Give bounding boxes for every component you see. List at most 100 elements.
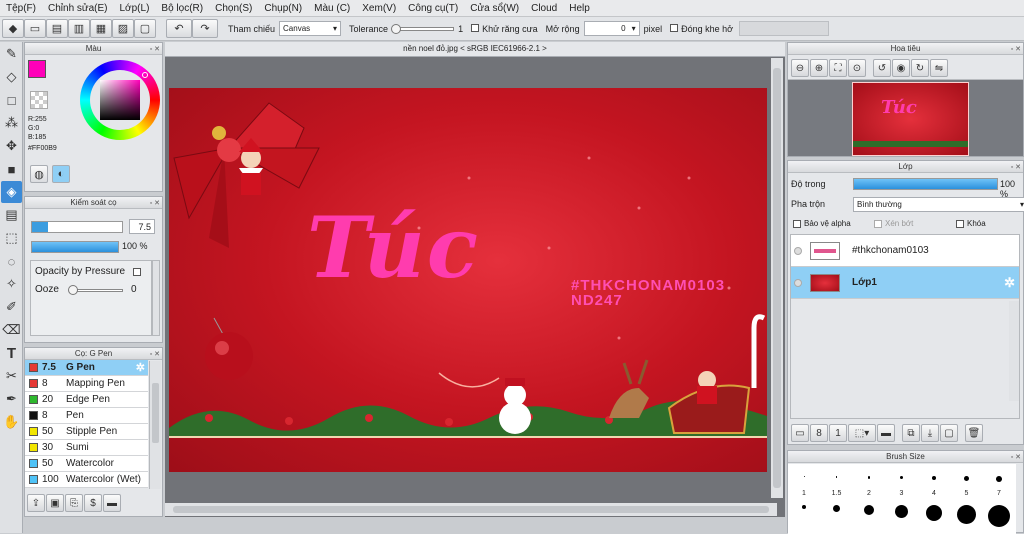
- brush-item[interactable]: 100 Watercolor (Wet): [25, 472, 148, 488]
- menu-item[interactable]: Cloud: [525, 3, 563, 14]
- brush-size-input[interactable]: 7.5: [129, 219, 155, 234]
- new-layer-icon[interactable]: ▭: [791, 424, 809, 442]
- panel-buttons-icon[interactable]: ▫ ✕: [150, 198, 160, 209]
- menu-item[interactable]: Công cụ(T): [402, 3, 464, 14]
- layer-row[interactable]: #thkchonam0103: [791, 235, 1019, 267]
- select-icon[interactable]: ◆: [2, 19, 24, 38]
- slider-handle[interactable]: [391, 23, 402, 34]
- reset-rotation-icon[interactable]: ◉: [892, 59, 910, 77]
- brush-size-cell[interactable]: 4: [918, 464, 950, 534]
- reference-select[interactable]: Canvas ▾: [279, 21, 342, 36]
- save-brush-icon[interactable]: $: [84, 494, 102, 512]
- magic-wand-icon[interactable]: ✧: [1, 273, 22, 295]
- rotate-left-icon[interactable]: ↺: [873, 59, 891, 77]
- horizontal-scrollbar[interactable]: [165, 503, 777, 516]
- redo-button[interactable]: ↷: [192, 19, 218, 38]
- menu-item[interactable]: Lớp(L): [114, 3, 156, 14]
- brush-item[interactable]: 8 Pen: [25, 408, 148, 424]
- navigator-preview-area[interactable]: Túc: [788, 80, 1023, 156]
- new-1bit-layer-icon[interactable]: 1: [829, 424, 847, 442]
- brush-size-cell[interactable]: 5: [951, 464, 983, 534]
- new-brush-icon[interactable]: ▣: [46, 494, 64, 512]
- vertical-scrollbar[interactable]: [771, 58, 783, 498]
- brush-size-cell[interactable]: 1: [788, 464, 820, 534]
- tolerance-slider[interactable]: [391, 23, 455, 34]
- undo-button[interactable]: ↶: [166, 19, 192, 38]
- frame-icon[interactable]: ▢: [134, 19, 156, 38]
- fill-icon[interactable]: ▥: [68, 19, 90, 38]
- gear-icon[interactable]: ✲: [1004, 275, 1015, 291]
- brush-opacity-slider[interactable]: [31, 241, 119, 253]
- menu-item[interactable]: Chụp(N): [258, 3, 308, 14]
- text-icon[interactable]: T: [1, 342, 22, 364]
- panel-buttons-icon[interactable]: ▫ ✕: [150, 44, 160, 55]
- eyedropper-icon[interactable]: ✒: [1, 388, 22, 410]
- menu-item[interactable]: Chỉnh sửa(E): [42, 3, 114, 14]
- protect-alpha-checkbox[interactable]: Bảo vệ alpha: [793, 219, 851, 228]
- opacity-pressure-checkbox[interactable]: [133, 268, 141, 276]
- brush-item-selected[interactable]: 7.5 G Pen ✲: [25, 360, 148, 376]
- foreground-color[interactable]: [28, 60, 46, 78]
- menu-item[interactable]: Help: [563, 3, 596, 14]
- brush-size-cell[interactable]: 7: [983, 464, 1015, 534]
- upload-icon[interactable]: ⇪: [27, 494, 45, 512]
- palette-icon[interactable]: ◍: [30, 165, 48, 183]
- transparent-color[interactable]: [30, 91, 48, 109]
- close-gap-checkbox[interactable]: Đóng khe hở: [670, 23, 733, 34]
- ooze-slider[interactable]: [68, 285, 123, 295]
- copy-brush-icon[interactable]: ⎘: [65, 494, 83, 512]
- visibility-icon[interactable]: [794, 278, 802, 287]
- zoom-icon[interactable]: ⊙: [848, 59, 866, 77]
- menu-item[interactable]: Màu (C): [308, 3, 356, 14]
- navigator-thumbnail[interactable]: Túc: [852, 82, 969, 156]
- hand-icon[interactable]: ✋: [1, 411, 22, 433]
- saturation-square[interactable]: [100, 80, 140, 120]
- color-wheel[interactable]: [80, 60, 160, 140]
- rotate-right-icon[interactable]: ↻: [911, 59, 929, 77]
- menu-item[interactable]: Cửa sổ(W): [464, 3, 525, 14]
- ruler-icon[interactable]: ▨: [112, 19, 134, 38]
- brush-item[interactable]: 20 Edge Pen: [25, 392, 148, 408]
- panel-buttons-icon[interactable]: ▫ ✕: [1011, 44, 1021, 55]
- layer-row-selected[interactable]: Lớp1 ✲: [791, 267, 1019, 299]
- expand-input[interactable]: 0 ▾: [583, 21, 640, 36]
- duplicate-layer-icon[interactable]: ⧉: [902, 424, 920, 442]
- brush-size-cell[interactable]: 3: [886, 464, 918, 534]
- brush-size-cell[interactable]: 2: [853, 464, 885, 534]
- square-fill-icon[interactable]: ■: [1, 158, 22, 180]
- new-8bit-layer-icon[interactable]: 8: [810, 424, 828, 442]
- select-pen-icon[interactable]: ✐: [1, 296, 22, 318]
- zoom-out-icon[interactable]: ⊖: [791, 59, 809, 77]
- menu-item[interactable]: Tệp(F): [0, 3, 42, 14]
- blend-mode-select[interactable]: Bình thường ▾: [853, 197, 1024, 212]
- selection-icon[interactable]: ⬚: [1, 227, 22, 249]
- move-icon[interactable]: ✥: [1, 135, 22, 157]
- delete-layer-icon[interactable]: 🗑: [965, 424, 983, 442]
- layer-icon[interactable]: ▭: [24, 19, 46, 38]
- flip-icon[interactable]: ⇋: [930, 59, 948, 77]
- menu-item[interactable]: Bộ lọc(R): [155, 3, 209, 14]
- panel-buttons-icon[interactable]: ▫ ✕: [150, 349, 160, 360]
- brush-item[interactable]: 50 Stipple Pen: [25, 424, 148, 440]
- eraser-icon[interactable]: ◇: [1, 66, 22, 88]
- brush-item[interactable]: 50 Watercolor: [25, 456, 148, 472]
- rectangle-icon[interactable]: □: [1, 89, 22, 111]
- airbrush-icon[interactable]: ⁂: [1, 112, 22, 134]
- new-folder-icon[interactable]: ▬: [877, 424, 895, 442]
- gear-icon[interactable]: ✲: [136, 361, 145, 374]
- lasso-icon[interactable]: ◌: [1, 250, 22, 272]
- menu-item[interactable]: Xem(V): [356, 3, 402, 14]
- brush-item[interactable]: 30 Sumi: [25, 440, 148, 456]
- zoom-in-icon[interactable]: ⊕: [810, 59, 828, 77]
- brush-icon[interactable]: ✎: [1, 43, 22, 65]
- canvas-artwork[interactable]: Túc #THKCHONAM0103 ND247: [169, 88, 767, 472]
- antialias-checkbox[interactable]: Khử răng cưa: [471, 23, 538, 34]
- select-eraser-icon[interactable]: ⌫: [1, 319, 22, 341]
- brush-size-cell[interactable]: 1.5: [821, 464, 853, 534]
- scrollbar[interactable]: [149, 361, 161, 489]
- chat-icon[interactable]: ▤: [46, 19, 68, 38]
- bucket-icon[interactable]: ◈: [1, 181, 22, 203]
- add-layer-menu-icon[interactable]: ⬚▾: [848, 424, 876, 442]
- shape-icon[interactable]: ✂: [1, 365, 22, 387]
- folder-icon[interactable]: ▬: [103, 494, 121, 512]
